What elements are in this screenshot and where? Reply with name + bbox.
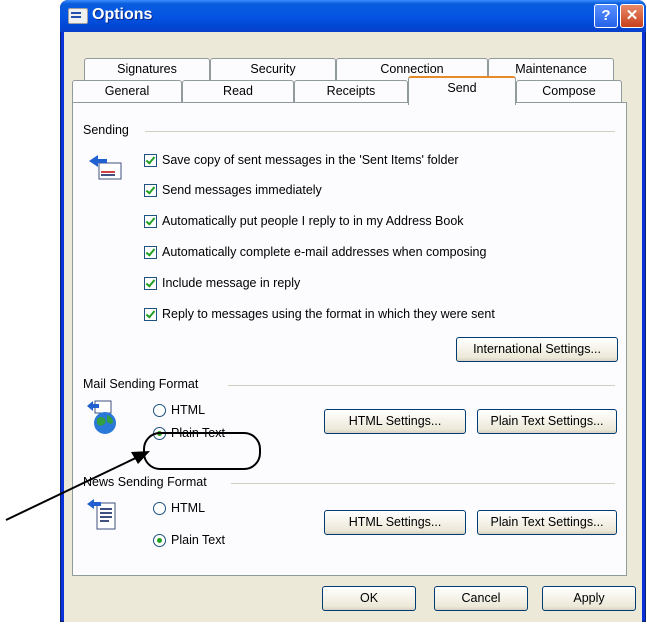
callout-arrow-icon bbox=[5, 451, 150, 521]
tab-send[interactable]: Send bbox=[408, 76, 516, 105]
